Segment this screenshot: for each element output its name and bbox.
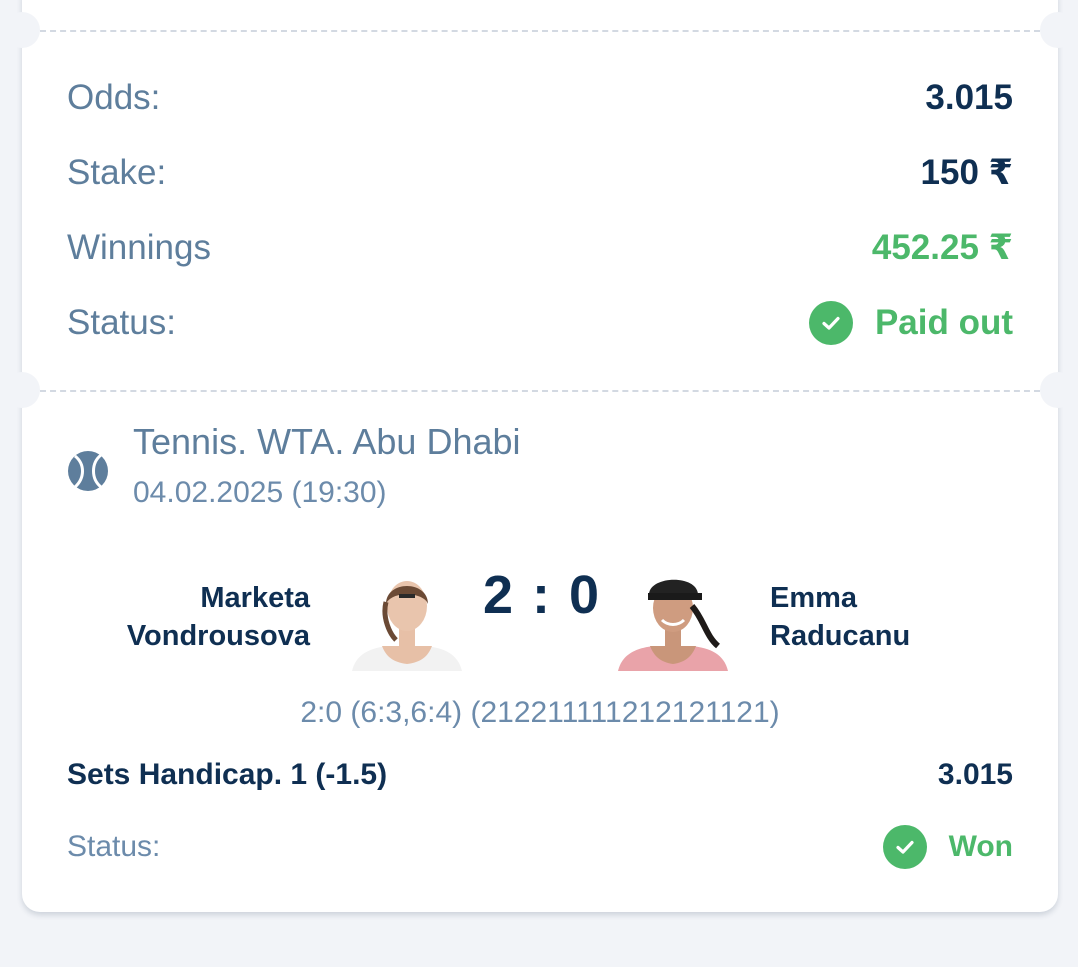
- player1-first-name: Marketa: [200, 582, 310, 614]
- bet-status-row: Status: Won: [67, 822, 1013, 872]
- winnings-label: Winnings: [67, 228, 211, 267]
- bet-status-indicator: Won: [882, 825, 1013, 869]
- event-header: Tennis. WTA. Abu Dhabi 04.02.2025 (19:30…: [67, 420, 521, 510]
- market-name: Sets Handicap. 1 (-1.5): [67, 758, 388, 791]
- score-detail: 2:0 (6:3,6:4) (212211111212121121): [300, 696, 780, 729]
- stake-label: Stake:: [67, 153, 167, 192]
- player2-last-name: Raducanu: [770, 620, 911, 652]
- stake-row: Stake: 150 ₹: [67, 148, 1013, 198]
- bet-status-label: Status:: [67, 830, 161, 863]
- status-label: Status:: [67, 303, 176, 342]
- ticket-notch-left: [4, 372, 40, 408]
- check-circle-icon: [808, 301, 853, 345]
- odds-value: 3.015: [925, 78, 1013, 117]
- stake-value: 150 ₹: [920, 153, 1013, 192]
- event-title: Tennis. WTA. Abu Dhabi: [133, 421, 521, 462]
- status-value: Paid out: [874, 303, 1013, 342]
- player2-photo: [618, 566, 728, 671]
- event-date: 04.02.2025 (19:30): [133, 476, 387, 509]
- ticket-notch-right: [1040, 12, 1076, 48]
- odds-row: Odds: 3.015: [67, 73, 1013, 123]
- status-indicator: Paid out: [808, 301, 1013, 345]
- ticket-notch-right: [1040, 372, 1076, 408]
- check-circle-icon: [882, 825, 927, 869]
- player2-name: Emma Raducanu: [770, 579, 910, 655]
- ticket-notch-left: [4, 12, 40, 48]
- status-row: Status: Paid out: [67, 298, 1013, 348]
- bet-card: Odds: 3.015 Stake: 150 ₹ Winnings 452.25…: [4, 0, 1076, 912]
- player1-last-name: Vondrousova: [126, 620, 310, 652]
- player1-photo: [352, 566, 462, 671]
- dashed-divider: [40, 30, 1040, 32]
- odds-label: Odds:: [67, 78, 161, 117]
- player2-first-name: Emma: [770, 582, 858, 614]
- market-odds: 3.015: [937, 758, 1013, 791]
- tennis-ball-icon: [67, 450, 109, 497]
- player1-name: Marketa Vondrousova: [127, 579, 310, 655]
- winnings-row: Winnings 452.25 ₹: [67, 223, 1013, 273]
- market-row: Sets Handicap. 1 (-1.5) 3.015: [67, 758, 1013, 792]
- dashed-divider: [40, 390, 1040, 392]
- winnings-value: 452.25 ₹: [871, 228, 1013, 267]
- match-score: 2 : 0: [482, 565, 602, 625]
- bet-status-value: Won: [948, 830, 1013, 863]
